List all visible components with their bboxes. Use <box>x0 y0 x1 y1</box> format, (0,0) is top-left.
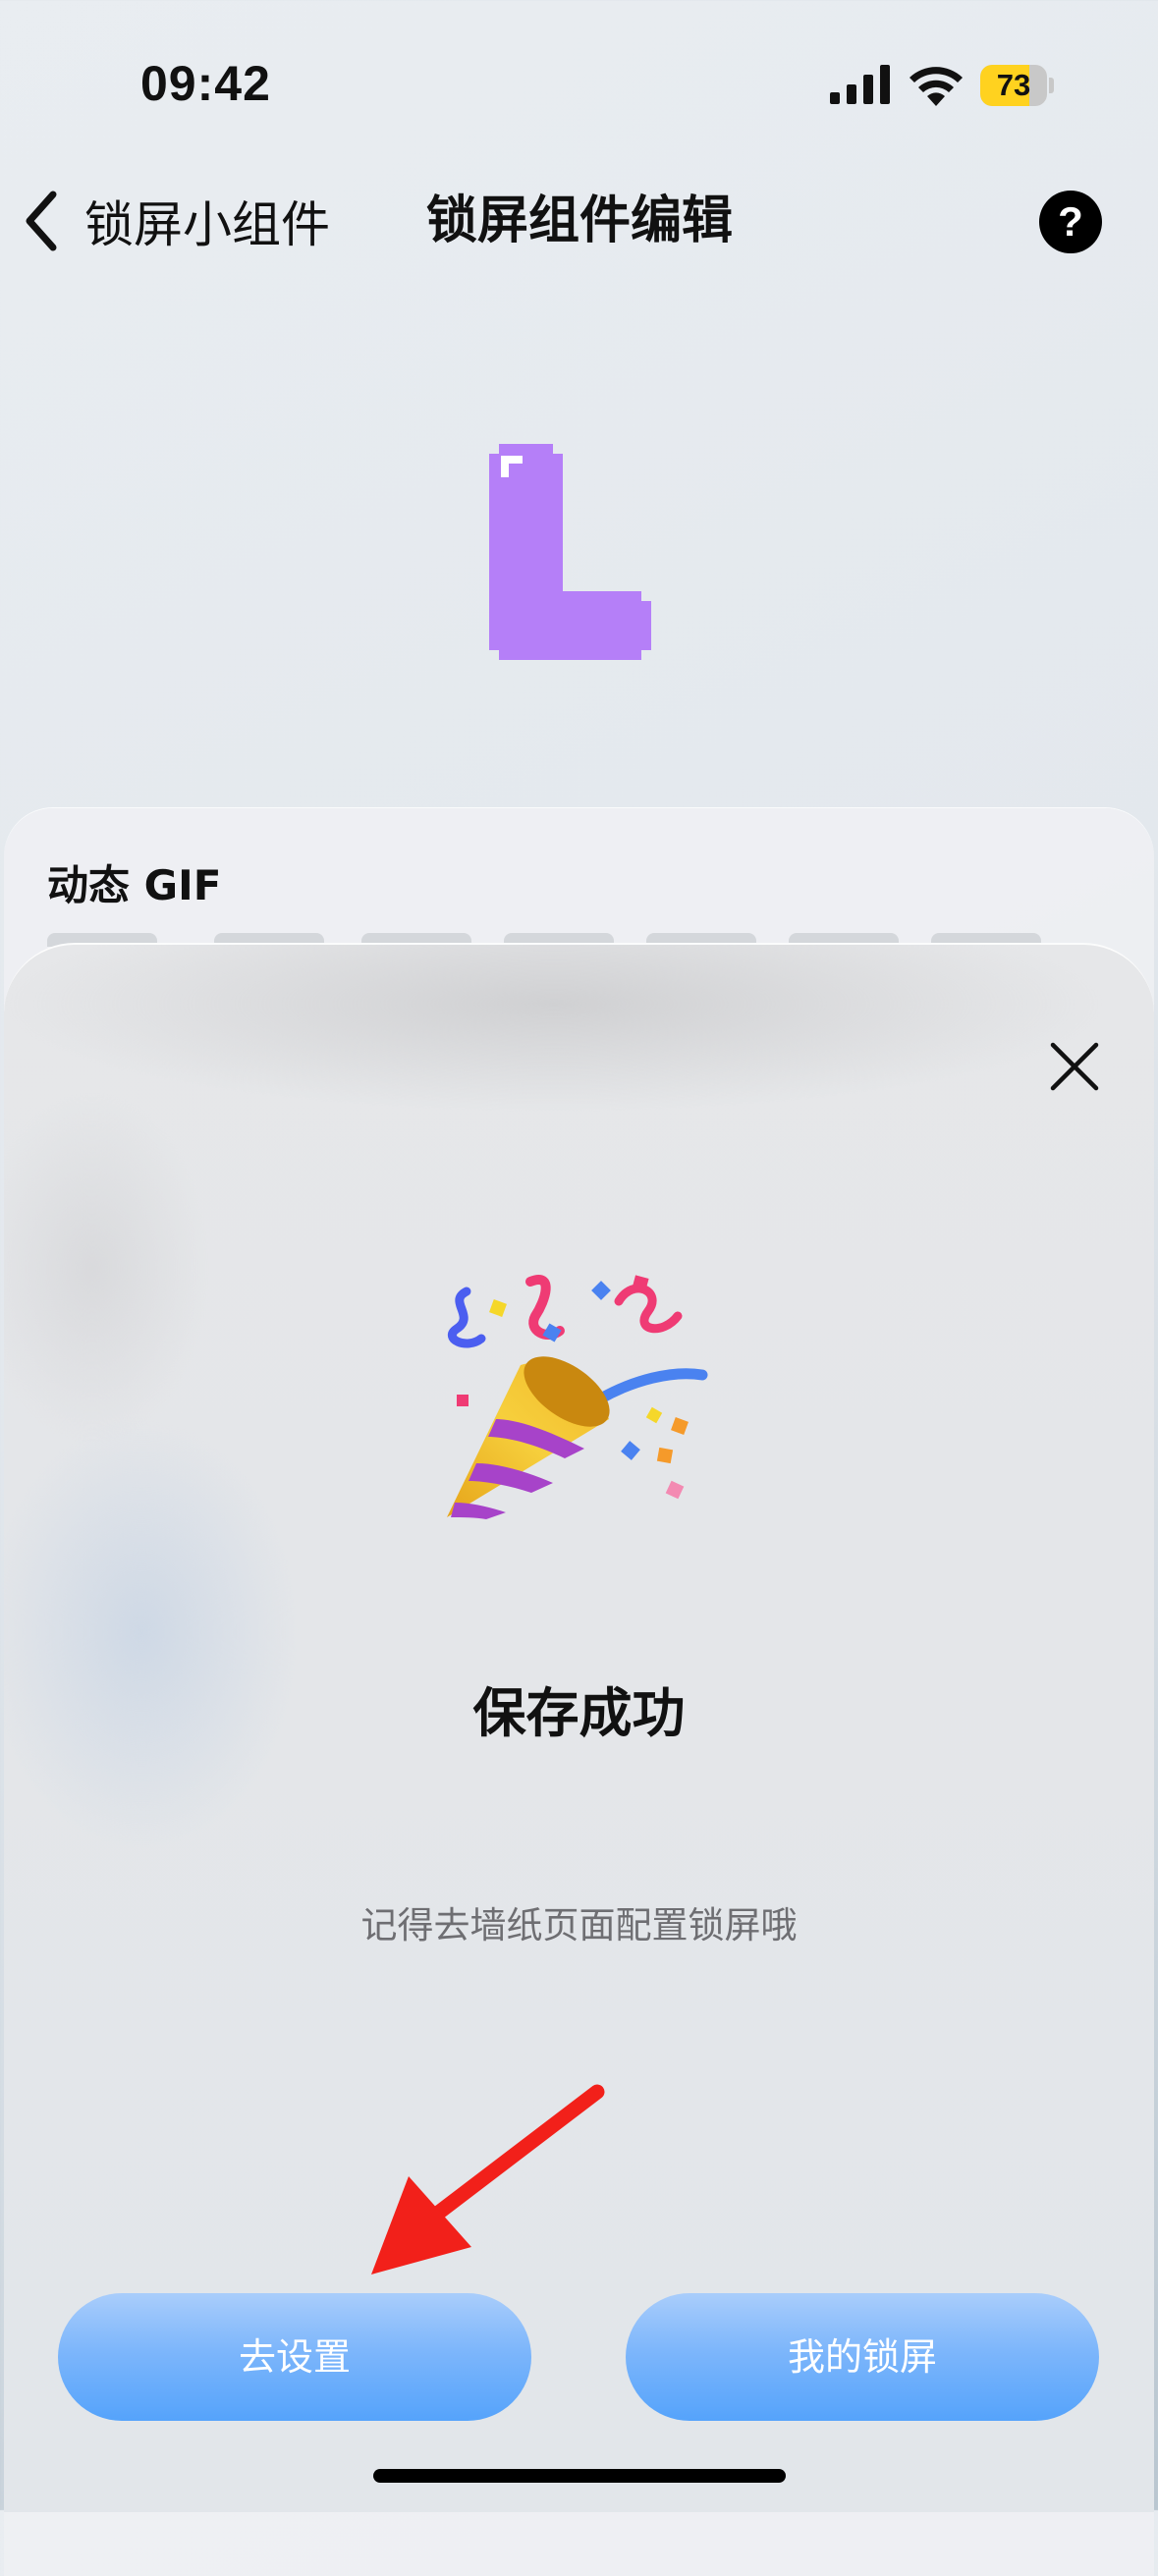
widget-preview-glyph <box>489 444 651 660</box>
cellular-signal-icon <box>830 65 890 104</box>
close-icon[interactable] <box>1049 1041 1100 1092</box>
battery-indicator: 73 <box>980 65 1055 106</box>
battery-level-text: 73 <box>996 68 1031 102</box>
back-label: 锁屏小组件 <box>84 196 330 253</box>
page-title: 锁屏组件编辑 <box>425 192 733 250</box>
go-settings-button[interactable]: 去设置 <box>58 2293 531 2421</box>
home-indicator[interactable] <box>373 2469 786 2483</box>
success-subtitle: 记得去墙纸页面配置锁屏哦 <box>360 1904 798 1946</box>
my-lockscreen-button[interactable]: 我的锁屏 <box>626 2293 1099 2421</box>
help-button[interactable]: ? <box>1039 191 1102 253</box>
status-time: 09:42 <box>140 56 271 111</box>
back-button[interactable]: 锁屏小组件 <box>20 187 330 255</box>
wifi-icon <box>910 67 963 106</box>
gif-panel-title: 动态 GIF <box>47 861 222 909</box>
red-arrow-icon <box>371 2084 605 2275</box>
party-popper-icon <box>447 1275 708 1519</box>
success-title: 保存成功 <box>472 1682 686 1744</box>
chevron-left-icon <box>26 191 57 251</box>
